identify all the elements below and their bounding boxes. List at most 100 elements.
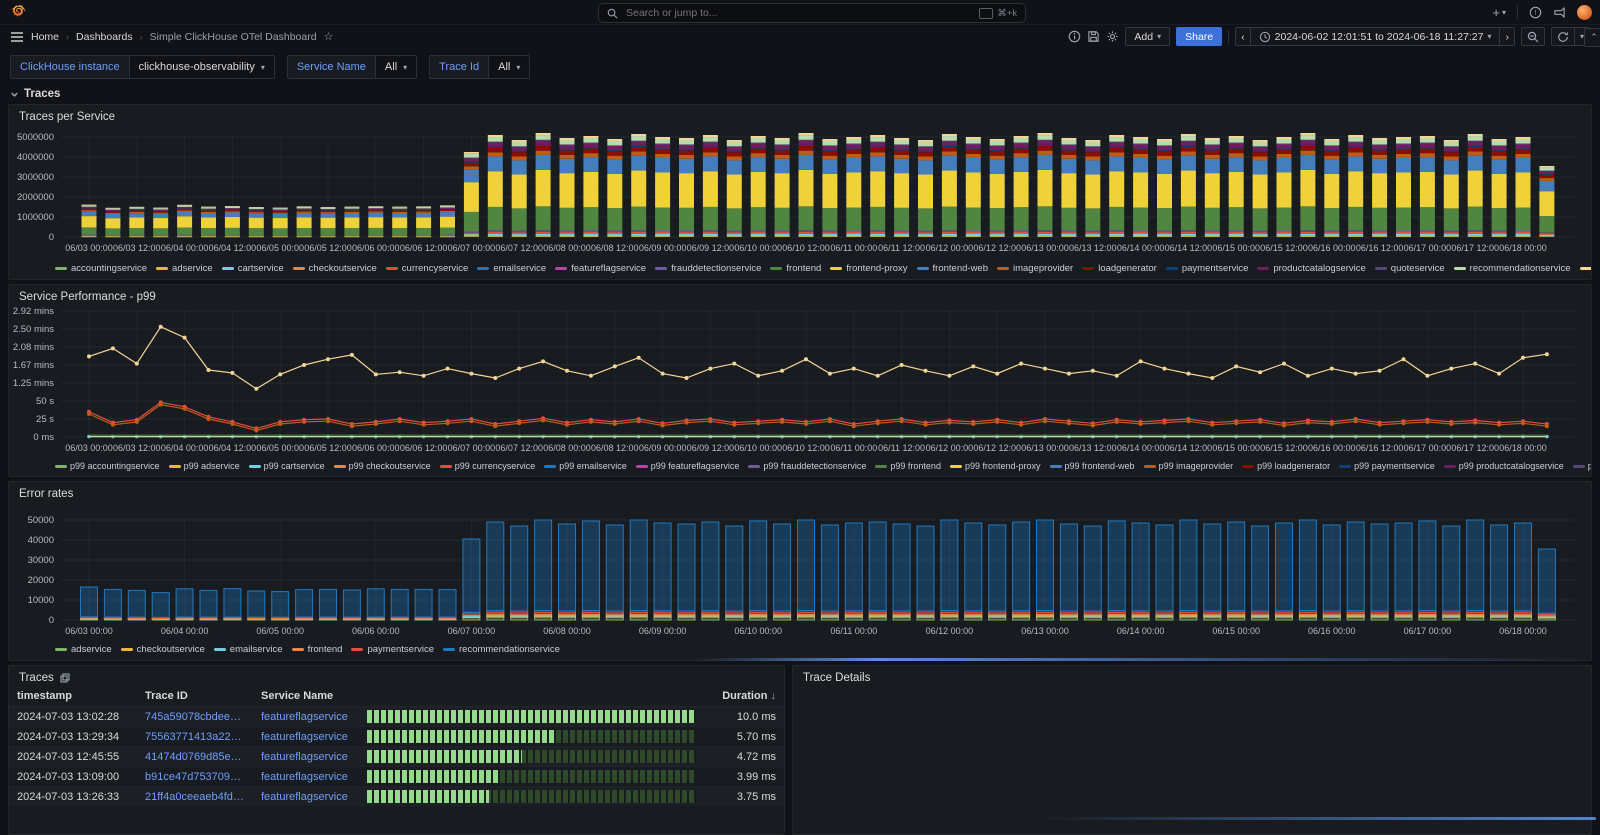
time-shift-forward-button[interactable]: › <box>1499 27 1515 46</box>
filter-value-trace-id[interactable]: All▾ <box>489 55 530 79</box>
refresh-button[interactable] <box>1551 27 1574 46</box>
table-row[interactable]: 2024-07-03 13:09:00b91ce47d753709695f1d.… <box>9 767 784 787</box>
legend-item[interactable]: recommendationservice <box>1454 263 1571 274</box>
legend-item[interactable]: emailservice <box>477 263 546 274</box>
legend-item[interactable]: paymentservice <box>1166 263 1249 274</box>
legend-item[interactable]: p99 imageprovider <box>1144 461 1234 471</box>
legend-item[interactable]: p99 productcatalogservice <box>1444 461 1564 471</box>
service-name-link[interactable]: featureflagservice <box>253 787 359 807</box>
traces-per-service-chart[interactable]: 06/03 00:0006/03 12:0006/04 00:0006/04 1… <box>9 125 1579 259</box>
legend-item[interactable]: checkoutservice <box>121 644 205 655</box>
legend-item[interactable]: imageprovider <box>997 263 1073 274</box>
legend-item[interactable]: p99 emailservice <box>544 461 627 471</box>
trace-id-link[interactable]: b91ce47d753709695f1d... <box>137 767 253 787</box>
filter-label-trace-id[interactable]: Trace Id <box>429 55 489 79</box>
legend-item[interactable]: p99 accountingservice <box>55 461 160 471</box>
svg-text:2.50 mins: 2.50 mins <box>13 324 54 335</box>
service-name-link[interactable]: featureflagservice <box>253 727 359 747</box>
breadcrumb-home[interactable]: Home <box>31 31 59 43</box>
filter-value-service-name[interactable]: All▾ <box>376 55 417 79</box>
error-rates-chart[interactable]: 06/03 00:0006/04 00:0006/05 00:0006/06 0… <box>9 502 1579 640</box>
panel-title[interactable]: Service Performance - p99 <box>9 285 1591 305</box>
time-shift-back-button[interactable]: ‹ <box>1235 27 1250 46</box>
breadcrumb-dashboards[interactable]: Dashboards <box>76 31 133 43</box>
legend-item[interactable]: accountingservice <box>55 263 147 274</box>
panel-title[interactable]: Traces <box>9 666 784 686</box>
legend-item[interactable]: featureflagservice <box>555 263 646 274</box>
menu-toggle-button[interactable] <box>10 31 24 43</box>
filter-value-clickhouse-instance[interactable]: clickhouse-observability▾ <box>130 55 275 79</box>
trace-id-link[interactable]: 21ff4a0ceeaeb4fd90af0... <box>137 787 253 807</box>
legend-item[interactable]: p99 frontend-web <box>1050 461 1135 471</box>
dashboard-settings-button[interactable] <box>1106 30 1119 43</box>
trace-id-link[interactable]: 75563771413a22a54618... <box>137 727 253 747</box>
legend-item[interactable]: emailservice <box>214 644 283 655</box>
search-input[interactable] <box>624 6 973 20</box>
legend-item[interactable]: p99 frontend <box>875 461 941 471</box>
column-header-service-name[interactable]: Service Name <box>253 686 359 707</box>
add-button[interactable]: Add▾ <box>1125 27 1170 46</box>
legend-item[interactable]: cartservice <box>222 263 284 274</box>
dashboard-info-button[interactable] <box>1068 30 1081 43</box>
column-header-timestamp[interactable]: timestamp <box>9 686 137 707</box>
scroll-top-button[interactable]: ⌃ <box>1584 28 1600 47</box>
legend-item[interactable]: p99 quoteservice <box>1573 461 1591 471</box>
trace-id-link[interactable]: 41474d0769d85ee2828... <box>137 747 253 767</box>
legend-item[interactable]: productcatalogservice <box>1257 263 1365 274</box>
news-icon[interactable] <box>1553 6 1566 19</box>
service-name-link[interactable]: featureflagservice <box>253 707 359 727</box>
share-button[interactable]: Share <box>1176 27 1222 46</box>
time-range-picker-button[interactable]: 2024-06-02 12:01:51 to 2024-06-18 11:27:… <box>1250 27 1500 46</box>
table-row[interactable]: 2024-07-03 12:45:5541474d0769d85ee2828..… <box>9 747 784 767</box>
filter-label-service-name[interactable]: Service Name <box>287 55 376 79</box>
legend-item[interactable]: loadgenerator <box>1082 263 1157 274</box>
legend-item[interactable]: quoteservice <box>1375 263 1445 274</box>
save-dashboard-button[interactable] <box>1087 30 1100 43</box>
user-avatar[interactable] <box>1577 5 1592 20</box>
legend-item[interactable]: p99 checkoutservice <box>334 461 431 471</box>
legend-item[interactable]: p99 featureflagservice <box>636 461 740 471</box>
service-performance-chart[interactable]: 06/03 00:0006/03 12:0006/04 00:0006/04 1… <box>9 305 1579 457</box>
legend-item[interactable]: p99 adservice <box>169 461 240 471</box>
legend-item[interactable]: frontend-proxy <box>830 263 907 274</box>
trace-id-link[interactable]: 745a59078cbdeec39b7... <box>137 707 253 727</box>
legend-item[interactable]: adservice <box>156 263 213 274</box>
filter-label-clickhouse-instance[interactable]: ClickHouse instance <box>10 55 130 79</box>
legend-item[interactable]: shippingservice <box>1580 263 1591 274</box>
panel-title[interactable]: Traces per Service <box>9 105 1591 125</box>
legend-item[interactable]: p99 loadgenerator <box>1242 461 1330 471</box>
legend-item[interactable]: frauddetectionservice <box>655 263 761 274</box>
legend-item[interactable]: frontend <box>770 263 821 274</box>
section-toggle-traces[interactable]: Traces <box>10 88 1590 100</box>
legend-item[interactable]: currencyservice <box>386 263 469 274</box>
legend-item[interactable]: checkoutservice <box>293 263 377 274</box>
legend-item[interactable]: frontend <box>292 644 343 655</box>
panel-service-performance-p99: Service Performance - p99 06/03 00:0006/… <box>8 284 1592 477</box>
column-header-duration[interactable]: Duration ↓ <box>704 686 784 707</box>
legend-item[interactable]: p99 currencyservice <box>440 461 536 471</box>
panel-title[interactable]: Error rates <box>9 482 1591 502</box>
zoom-out-button[interactable] <box>1521 27 1545 46</box>
legend-item[interactable]: p99 cartservice <box>249 461 325 471</box>
svg-text:3000000: 3000000 <box>17 172 54 183</box>
panel-title[interactable]: Trace Details <box>793 666 1591 686</box>
legend-item[interactable]: p99 frontend-proxy <box>950 461 1041 471</box>
legend-item[interactable]: frontend-web <box>917 263 988 274</box>
legend-item[interactable]: p99 paymentservice <box>1339 461 1435 471</box>
legend-item[interactable]: recommendationservice <box>443 644 560 655</box>
table-row[interactable]: 2024-07-03 13:26:3321ff4a0ceeaeb4fd90af0… <box>9 787 784 807</box>
column-header-trace-id[interactable]: Trace ID <box>137 686 253 707</box>
legend-item[interactable]: adservice <box>55 644 112 655</box>
favorite-star-button[interactable]: ☆ <box>324 30 334 43</box>
service-name-link[interactable]: featureflagservice <box>253 747 359 767</box>
table-row[interactable]: 2024-07-03 13:29:3475563771413a22a54618.… <box>9 727 784 747</box>
new-menu-button[interactable]: + ▾ <box>1492 5 1506 20</box>
column-header-gauge[interactable] <box>359 686 704 707</box>
legend-item[interactable]: paymentservice <box>351 644 434 655</box>
legend-item[interactable]: p99 frauddetectionservice <box>748 461 866 471</box>
grafana-logo-icon[interactable] <box>10 4 27 21</box>
service-name-link[interactable]: featureflagservice <box>253 767 359 787</box>
panel-links-icon[interactable] <box>60 673 70 683</box>
help-icon[interactable]: ! <box>1529 6 1542 19</box>
table-row[interactable]: 2024-07-03 13:02:28745a59078cbdeec39b7..… <box>9 707 784 727</box>
